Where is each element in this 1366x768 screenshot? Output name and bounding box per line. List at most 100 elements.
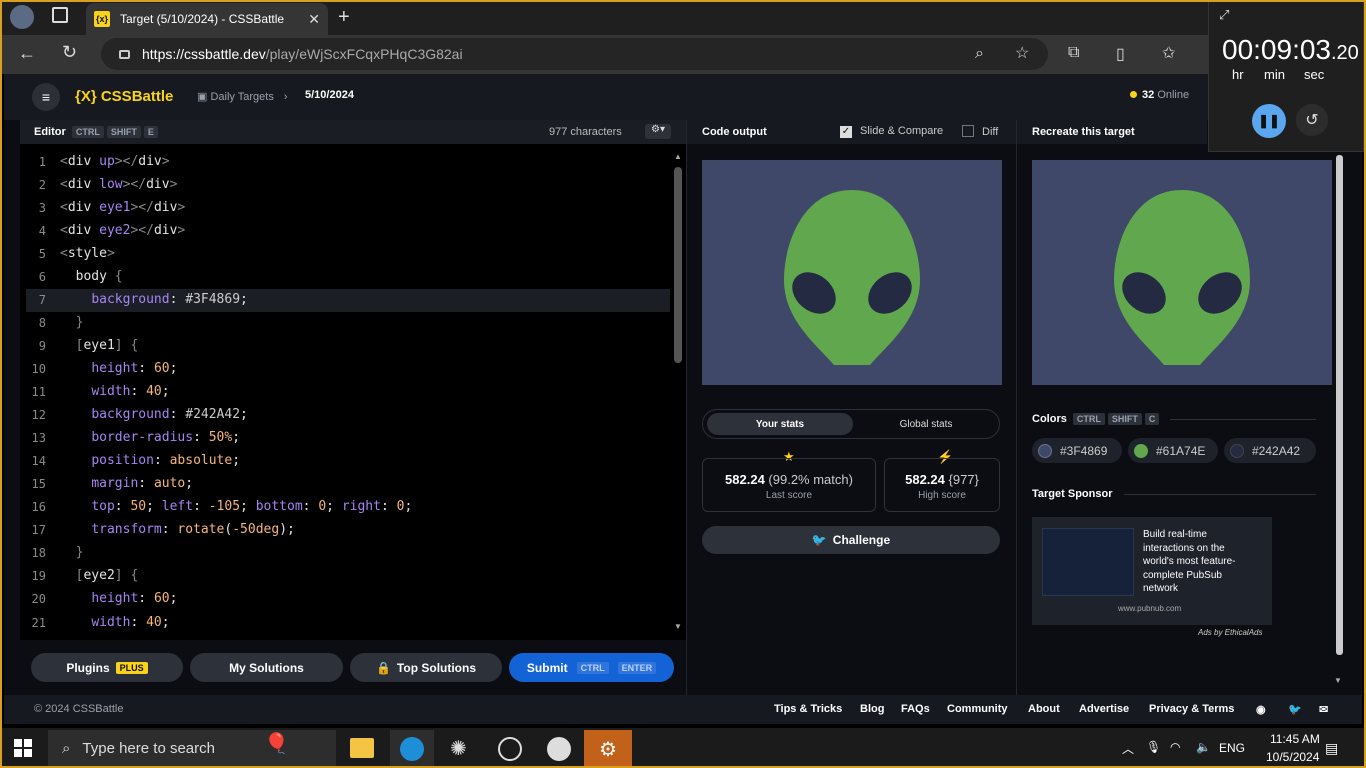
online-status: 32 Online [1130, 89, 1189, 101]
slide-compare-checkbox[interactable]: ✓ Slide & Compare [840, 125, 943, 138]
calendar-icon: ▣ [197, 91, 211, 103]
tab-global-stats[interactable]: Global stats [853, 413, 999, 435]
footer-link-advertise[interactable]: Advertise [1079, 703, 1129, 715]
ads-by[interactable]: Ads by EthicalAds [1198, 628, 1262, 637]
line-number: 8 [38, 316, 46, 330]
clock-date[interactable]: 10/5/2024 [1266, 750, 1319, 764]
divider [686, 120, 687, 695]
settings-active-icon[interactable]: ⚙ [584, 730, 632, 768]
target-scrollbar[interactable] [1336, 155, 1343, 655]
chatgpt-icon[interactable]: ✺ [450, 736, 467, 761]
plugins-button[interactable]: Plugins PLUS [31, 653, 183, 682]
submit-button[interactable]: Submit CTRL ENTER [509, 653, 674, 682]
expand-icon[interactable]: ⤢ [1219, 7, 1229, 23]
line-number: 14 [31, 454, 46, 468]
target-scroll-down-icon[interactable]: ▼ [1334, 676, 1342, 685]
color-swatch-alien[interactable]: #61A74E [1128, 438, 1218, 463]
code-output-canvas[interactable] [702, 160, 1002, 385]
challenge-button[interactable]: 🐦 Challenge [702, 526, 1000, 554]
code-line: } [75, 545, 84, 560]
breadcrumb-date: 5/10/2024 [305, 89, 354, 101]
profile-avatar[interactable] [10, 5, 34, 29]
reload-icon[interactable]: ↻ [62, 42, 77, 63]
discord-icon[interactable]: ◉ [1256, 703, 1266, 716]
line-number: 20 [31, 592, 46, 606]
tab-actions-icon[interactable] [52, 7, 68, 23]
tab-your-stats[interactable]: Your stats [707, 413, 853, 435]
editor-settings-button[interactable]: ⚙▾ [645, 124, 671, 139]
split-screen-icon[interactable]: ▯ [1116, 44, 1125, 64]
scroll-up-icon[interactable]: ▲ [674, 152, 682, 161]
notification-icon[interactable]: ▤ [1325, 740, 1338, 757]
code-line: top: 50; left: -105; bottom: 0; right: 0… [91, 499, 413, 514]
timer-sec-label: sec [1304, 67, 1325, 82]
code-line: [eye1] { [75, 338, 139, 353]
microphone-icon[interactable]: 🎙 [1146, 740, 1161, 754]
zoom-icon[interactable]: ⌕ [975, 45, 984, 63]
wifi-icon[interactable]: ◠ [1170, 740, 1180, 754]
diff-checkbox[interactable]: Diff [962, 125, 998, 138]
new-tab-icon[interactable]: + [338, 6, 350, 29]
mail-icon[interactable]: ✉ [1319, 703, 1328, 716]
reset-icon: ↺ [1305, 112, 1319, 129]
footer-link-tips[interactable]: Tips & Tricks [774, 703, 842, 715]
code-line: [eye2] { [75, 568, 139, 583]
footer-link-privacy[interactable]: Privacy & Terms [1149, 703, 1234, 715]
taskbar-search[interactable]: ⌕ Type here to search [48, 730, 336, 766]
footer-link-about[interactable]: About [1028, 703, 1060, 715]
back-icon[interactable]: ← [18, 43, 36, 64]
code-line: width: 40; [91, 384, 170, 399]
file-explorer-icon[interactable] [350, 738, 374, 758]
top-solutions-button[interactable]: 🔒 Top Solutions [350, 653, 502, 682]
menu-button[interactable]: ≡ [32, 83, 60, 111]
obs-icon[interactable] [498, 737, 522, 761]
pause-button[interactable]: ❚❚ [1252, 104, 1286, 138]
line-number: 17 [31, 523, 46, 537]
favorite-star-icon[interactable]: ☆ [1015, 43, 1029, 63]
volume-icon[interactable]: 🔈 [1196, 740, 1211, 754]
footer-link-community[interactable]: Community [947, 703, 1008, 715]
breadcrumb-daily-targets[interactable]: ▣ Daily Targets › [197, 90, 288, 103]
reset-button[interactable]: ↺ [1296, 104, 1328, 136]
sponsor-text[interactable]: Build real-time interactions on the worl… [1143, 528, 1253, 596]
line-number: 11 [31, 385, 46, 399]
code-line: body { [60, 269, 123, 284]
code-line: <div eye1></div> [60, 200, 186, 215]
search-icon: ⌕ [62, 739, 71, 757]
code-line: height: 60; [91, 591, 178, 606]
clock-time[interactable]: 11:45 AM [1270, 732, 1320, 746]
line-number: 21 [31, 616, 46, 630]
last-score-box: 582.24 (99.2% match) Last score [702, 458, 876, 512]
close-tab-icon[interactable]: ✕ [308, 11, 320, 28]
windows-start-icon[interactable] [14, 739, 32, 757]
site-logo[interactable]: {X} CSSBattle [75, 88, 173, 105]
gear-icon: ⚙ [599, 738, 617, 761]
footer-link-faqs[interactable]: FAQs [901, 703, 930, 715]
tray-chevron-icon[interactable]: ︿ [1122, 740, 1134, 757]
copyright: © 2024 CSSBattle [34, 703, 124, 715]
code-line: } [75, 315, 84, 330]
editor-scrollbar[interactable] [674, 167, 682, 363]
lock-icon: 🔒 [375, 660, 391, 675]
language-indicator[interactable]: ENG [1219, 741, 1245, 755]
browser-tab-active[interactable]: {x} Target (5/10/2024) - CSSBattle ✕ [86, 3, 328, 35]
extensions-icon[interactable]: ⧉ [1068, 44, 1079, 62]
color-swatch-eye[interactable]: #242A42 [1224, 438, 1316, 463]
line-number: 10 [31, 362, 46, 376]
yandex-icon[interactable] [547, 737, 571, 761]
colors-label: Colors CTRL SHIFT C [1032, 413, 1160, 425]
sponsor-url[interactable]: www.pubnub.com [1118, 604, 1181, 613]
twitter-icon[interactable]: 🐦 [1288, 703, 1302, 716]
code-line: position: absolute; [91, 453, 241, 468]
target-canvas [1032, 160, 1332, 385]
address-bar[interactable]: https://cssbattle.dev/play/eWjScxFCqxPHq… [101, 38, 1048, 70]
scroll-down-icon[interactable]: ▼ [674, 622, 682, 631]
checkbox-checked-icon: ✓ [840, 126, 852, 138]
line-number: 19 [31, 569, 46, 583]
target-header: Recreate this target [1017, 120, 1207, 144]
footer-link-blog[interactable]: Blog [860, 703, 884, 715]
my-solutions-button[interactable]: My Solutions [190, 653, 343, 682]
favorites-icon[interactable]: ✩ [1162, 43, 1175, 63]
editor-label: Editor CTRL SHIFT E [34, 126, 158, 138]
color-swatch-bg[interactable]: #3F4869 [1032, 438, 1122, 463]
